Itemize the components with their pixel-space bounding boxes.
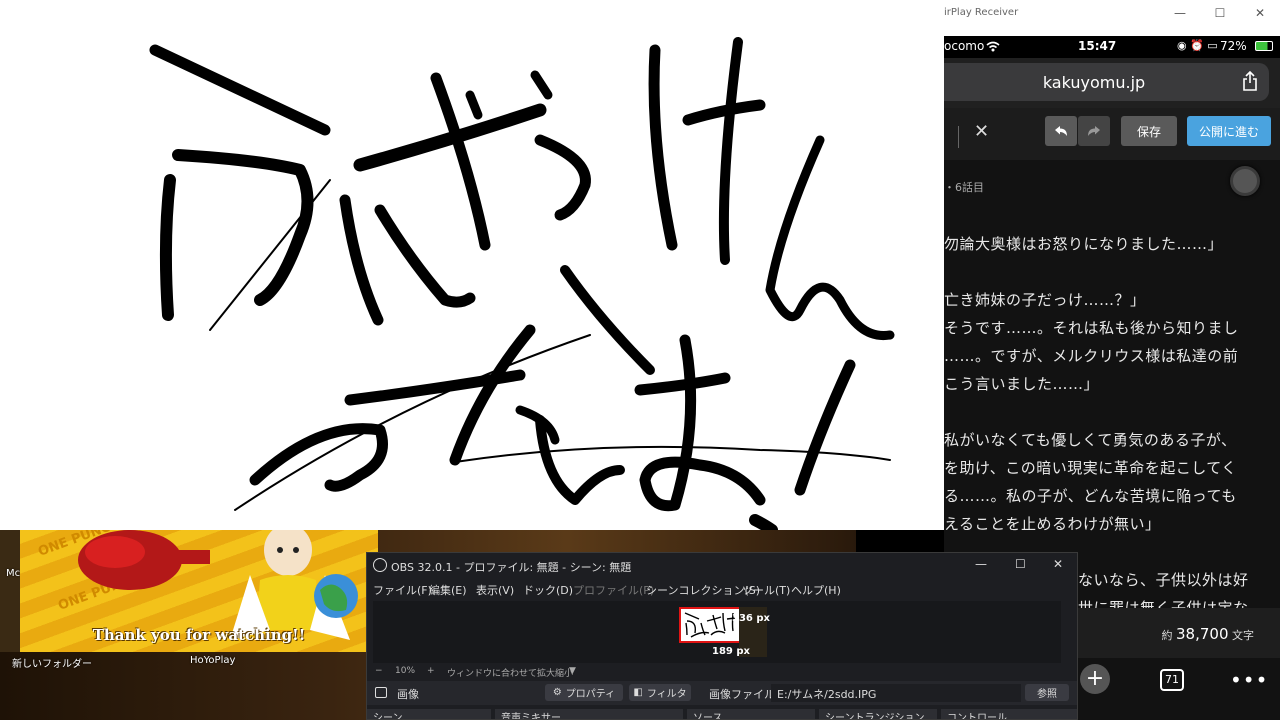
close-editor-icon[interactable]: ✕ bbox=[974, 121, 989, 142]
menu-dock[interactable]: ドック(D) bbox=[523, 582, 573, 598]
chevron-down-icon[interactable]: ▼ bbox=[569, 666, 576, 676]
url-bar-area: kakuyomu.jp bbox=[944, 58, 1280, 108]
carrier-label: ocomo bbox=[944, 39, 985, 53]
text-line: ……。ですが、メルクリウス様は私達の前 bbox=[944, 347, 1239, 365]
zoom-fit-option[interactable]: ウィンドウに合わせて拡大縮小 bbox=[447, 666, 573, 679]
close-icon[interactable]: ✕ bbox=[1053, 557, 1063, 571]
menu-help[interactable]: ヘルプ(H) bbox=[791, 582, 841, 598]
dock-sources[interactable]: ソース bbox=[687, 709, 815, 719]
airplay-titlebar[interactable]: irPlay Receiver — ☐ ✕ bbox=[944, 0, 1280, 26]
save-button[interactable]: 保存 bbox=[1121, 116, 1177, 146]
handwriting-drawing bbox=[149, 37, 895, 530]
char-count-suffix: 文字 bbox=[1232, 629, 1254, 642]
menu-view[interactable]: 表示(V) bbox=[476, 582, 514, 598]
dock-audio-mixer[interactable]: 音声ミキサー bbox=[495, 709, 683, 719]
properties-button[interactable]: ⚙ プロパティ bbox=[545, 684, 623, 701]
add-icon[interactable]: + bbox=[1080, 664, 1110, 694]
clock: 15:47 bbox=[1078, 39, 1117, 53]
drawing-canvas[interactable] bbox=[0, 0, 944, 530]
share-icon[interactable] bbox=[1242, 71, 1258, 91]
text-line: そうです……。それは私も後から知りまし bbox=[944, 319, 1239, 337]
zoom-in-button[interactable]: + bbox=[427, 666, 435, 676]
image-file-label: 画像ファイル bbox=[709, 688, 775, 701]
obs-title: OBS 32.0.1 - プロファイル: 無題 - シーン: 無題 bbox=[391, 561, 632, 574]
menu-profile[interactable]: プロファイル(P) bbox=[573, 582, 654, 598]
filters-button[interactable]: ◧ フィルタ bbox=[629, 684, 691, 701]
maximize-icon[interactable]: ☐ bbox=[1200, 0, 1240, 26]
filter-icon: ◧ bbox=[633, 687, 643, 698]
desktop-cut-label: Mc bbox=[6, 568, 21, 579]
ios-status-bar: ocomo 15:47 ◉ ⏰ ▭ 72% bbox=[944, 36, 1280, 58]
desktop-dark-area bbox=[856, 530, 944, 552]
text-line: 勿論大奥様はお怒りになりました……」 bbox=[944, 235, 1224, 253]
text-line: を助け、この暗い現実に革命を起こしてく bbox=[944, 459, 1237, 477]
url-text[interactable]: kakuyomu.jp bbox=[944, 73, 1244, 92]
obs-menubar: ファイル(F) 編集(E) 表示(V) ドック(D) プロファイル(P) シーン… bbox=[367, 578, 1077, 600]
battery-percent: 72% bbox=[1220, 39, 1247, 53]
text-line: えることを止めるわけが無い」 bbox=[944, 515, 1161, 533]
filters-label: フィルタ bbox=[646, 689, 687, 700]
menu-file[interactable]: ファイル(F) bbox=[373, 582, 432, 598]
image-icon bbox=[375, 687, 387, 698]
publish-button[interactable]: 公開に進む bbox=[1187, 116, 1271, 146]
redo-icon bbox=[1088, 126, 1100, 136]
dock-transitions[interactable]: シーントランジション bbox=[819, 709, 937, 719]
folder-label[interactable]: 新しいフォルダー bbox=[12, 655, 92, 670]
status-icons: ◉ ⏰ ▭ bbox=[1177, 39, 1218, 52]
maximize-icon[interactable]: ☐ bbox=[1015, 557, 1026, 571]
menu-edit[interactable]: 編集(E) bbox=[429, 582, 467, 598]
thumbnail-image[interactable]: ONE PUNCH MAN ONE PUNCH MAN Thank you fo… bbox=[20, 530, 378, 652]
screen: Mc ONE PUNCH MAN ONE PUNCH MAN Thank you… bbox=[0, 0, 1280, 720]
browse-button[interactable]: 参照 bbox=[1025, 684, 1069, 701]
source-toolbar: 画像 ⚙ プロパティ ◧ フィルタ 画像ファイル E:/サムネ/2sdd.IPG… bbox=[367, 681, 1077, 705]
char-count: 約 38,700 文字 bbox=[1162, 625, 1255, 643]
battery-icon bbox=[1255, 41, 1273, 51]
char-count-value: 38,700 bbox=[1176, 625, 1229, 643]
properties-label: プロパティ bbox=[565, 689, 616, 700]
episode-label: ・6話目 bbox=[944, 181, 984, 194]
menu-tools[interactable]: ツール(T) bbox=[742, 582, 790, 598]
toolbar-divider bbox=[958, 126, 959, 148]
desktop-edge bbox=[0, 530, 20, 652]
airplay-title: irPlay Receiver bbox=[944, 7, 1019, 18]
text-line: ないなら、子供以外は好 bbox=[1078, 571, 1249, 589]
dock-scenes[interactable]: シーン bbox=[367, 709, 491, 719]
text-line: こう言いました……」 bbox=[944, 375, 1100, 393]
obs-logo-icon bbox=[373, 558, 387, 572]
app-label[interactable]: HoYoPlay bbox=[190, 655, 235, 666]
preview-handwriting bbox=[684, 612, 736, 638]
text-line: 亡き姉妹の子だっけ……？」 bbox=[944, 291, 1146, 309]
text-line: る……。私の子が、どんな苦境に陥っても bbox=[944, 487, 1237, 505]
obs-titlebar[interactable]: OBS 32.0.1 - プロファイル: 無題 - シーン: 無題 — ☐ ✕ bbox=[367, 553, 1077, 578]
thumbnail-caption: Thank you for watching!! bbox=[92, 626, 306, 644]
width-label: 336 px bbox=[732, 613, 770, 624]
obs-preview[interactable]: 336 px 189 px bbox=[373, 601, 1061, 663]
gear-icon: ⚙ bbox=[552, 687, 562, 698]
tabs-icon[interactable]: 71 bbox=[1160, 669, 1184, 691]
image-path-field[interactable]: E:/サムネ/2sdd.IPG bbox=[771, 684, 1021, 702]
scroll-handle[interactable] bbox=[1230, 166, 1260, 196]
minimize-icon[interactable]: — bbox=[1160, 0, 1200, 26]
dock-controls[interactable]: コントロール bbox=[941, 709, 1077, 719]
minimize-icon[interactable]: — bbox=[975, 557, 987, 571]
obs-window[interactable]: OBS 32.0.1 - プロファイル: 無題 - シーン: 無題 — ☐ ✕ … bbox=[366, 552, 1078, 720]
zoom-value: 10% bbox=[395, 666, 416, 676]
undo-icon bbox=[1055, 126, 1067, 136]
wifi-icon bbox=[986, 41, 1000, 52]
titlebar-spacer bbox=[944, 26, 1280, 36]
zoom-bar: − 10% + ウィンドウに合わせて拡大縮小 ▼ bbox=[367, 664, 1077, 681]
zoom-out-button[interactable]: − bbox=[375, 666, 383, 676]
close-icon[interactable]: ✕ bbox=[1240, 0, 1280, 26]
source-name: 画像 bbox=[397, 688, 419, 701]
more-icon[interactable]: ••• bbox=[1230, 668, 1268, 692]
redo-button[interactable] bbox=[1078, 116, 1110, 146]
dock-headers: シーン 音声ミキサー ソース シーントランジション コントロール bbox=[367, 707, 1077, 719]
height-label: 189 px bbox=[712, 646, 750, 657]
char-count-prefix: 約 bbox=[1161, 629, 1173, 642]
undo-button[interactable] bbox=[1045, 116, 1077, 146]
text-line: 私がいなくても優しくて勇気のある子が、 bbox=[944, 431, 1237, 449]
